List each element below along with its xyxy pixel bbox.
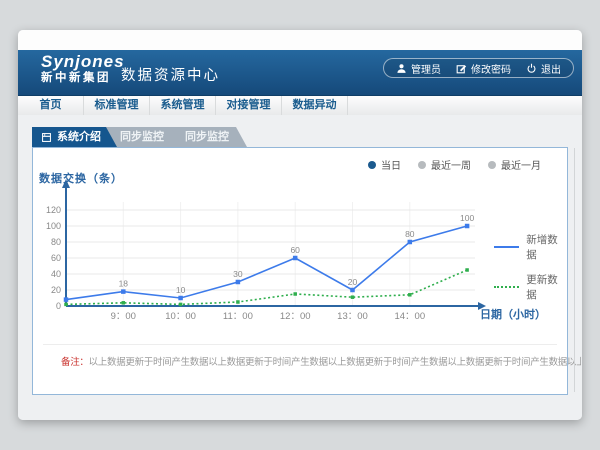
user-menu-item-0[interactable]: 管理员 (396, 61, 441, 76)
solid-line-swatch (494, 246, 519, 248)
tab-label: 系统介绍 (57, 127, 101, 147)
nav-item-4[interactable]: 数据异动 (282, 96, 348, 115)
nav-item-0[interactable]: 首页 (18, 96, 84, 115)
content-area: 系统介绍同步监控同步监控 当日最近一周最近一月 数据交换（条） 02040608… (18, 115, 582, 420)
user-menu-item-1[interactable]: 修改密码 (456, 61, 511, 76)
tab-0[interactable]: 系统介绍 (32, 127, 117, 147)
svg-text:60: 60 (290, 245, 300, 255)
chart-card: 当日最近一周最近一月 数据交换（条） 0204060801001209：0010… (32, 147, 568, 395)
tab-1[interactable]: 同步监控 (104, 127, 182, 147)
user-menu-label: 修改密码 (471, 61, 511, 76)
tab-2[interactable]: 同步监控 (169, 127, 247, 147)
footnote-text: 以上数据更新于时间产生数据以上数据更新于时间产生数据以上数据更新于时间产生数据以… (89, 357, 581, 368)
svg-text:10: 10 (176, 285, 186, 295)
desktop-background: Synjones 新中新集团 数据资源中心 管理员修改密码退出 首页标准管理系统… (0, 0, 600, 450)
brand-logo-cn: 新中新集团 (41, 72, 125, 85)
svg-text:18: 18 (119, 279, 129, 289)
tab-bar: 系统介绍 同步监控 同步监控 (32, 127, 582, 147)
time-filter-label: 最近一月 (501, 157, 541, 172)
svg-text:100: 100 (46, 221, 61, 231)
chart-legend: 新增数据更新数据 (494, 232, 567, 302)
card-divider (43, 344, 557, 345)
svg-text:10：00: 10：00 (165, 311, 196, 322)
legend-item-0: 新增数据 (494, 232, 567, 262)
svg-text:20: 20 (51, 285, 61, 295)
time-filter-option-2[interactable]: 最近一月 (488, 157, 541, 172)
radio-icon (418, 161, 426, 169)
radio-icon (368, 161, 376, 169)
svg-text:20: 20 (348, 277, 358, 287)
svg-text:12：00: 12：00 (280, 311, 311, 322)
user-icon (396, 63, 407, 74)
svg-text:9：00: 9：00 (111, 311, 136, 322)
svg-text:30: 30 (233, 269, 243, 279)
legend-item-1: 更新数据 (494, 272, 567, 302)
svg-text:0: 0 (56, 301, 61, 311)
svg-text:40: 40 (51, 269, 61, 279)
time-filter-label: 当日 (381, 157, 401, 172)
svg-text:14：00: 14：00 (394, 311, 425, 322)
svg-text:80: 80 (51, 237, 61, 247)
brand-logo-en: Synjones (41, 53, 125, 72)
time-filter-label: 最近一周 (431, 157, 471, 172)
user-menu-label: 退出 (541, 61, 561, 76)
scrollbar-track[interactable] (574, 148, 575, 392)
user-menu: 管理员 修改密码 退出 (383, 58, 574, 78)
time-filter-option-1[interactable]: 最近一周 (418, 157, 471, 172)
svg-text:100: 100 (460, 213, 474, 223)
app-header: Synjones 新中新集团 数据资源中心 管理员 修改密码 退出 (18, 50, 582, 96)
main-nav: 首页标准管理系统管理对接管理数据异动 (18, 96, 582, 116)
brand-logo: Synjones 新中新集团 (41, 53, 125, 84)
dotted-line-swatch (494, 286, 519, 288)
svg-text:120: 120 (46, 205, 61, 215)
time-range-filter: 当日 最近一周 最近一月 (368, 157, 541, 172)
legend-label: 新增数据 (526, 232, 567, 262)
user-menu-item-2[interactable]: 退出 (526, 61, 561, 76)
radio-icon (488, 161, 496, 169)
footnote-label: 备注： (61, 357, 89, 368)
time-filter-option-0[interactable]: 当日 (368, 157, 401, 172)
tab-label: 同步监控 (185, 131, 229, 143)
svg-text:11：00: 11：00 (223, 311, 253, 322)
window-top-strip (18, 30, 582, 50)
svg-text:13：00: 13：00 (337, 311, 368, 322)
edit-icon (456, 63, 467, 74)
nav-item-2[interactable]: 系统管理 (150, 96, 216, 115)
doc-icon (41, 132, 52, 143)
x-axis-title: 日期（小时） (480, 306, 546, 322)
nav-item-3[interactable]: 对接管理 (216, 96, 282, 115)
svg-text:80: 80 (405, 229, 415, 239)
app-window: Synjones 新中新集团 数据资源中心 管理员修改密码退出 首页标准管理系统… (18, 30, 582, 420)
logout-icon (526, 63, 537, 74)
svg-text:60: 60 (51, 253, 61, 263)
footnote: 备注：以上数据更新于时间产生数据以上数据更新于时间产生数据以上数据更新于时间产生… (61, 354, 581, 368)
page-title: 数据资源中心 (121, 64, 220, 85)
nav-item-1[interactable]: 标准管理 (84, 96, 150, 115)
tab-label: 同步监控 (120, 131, 164, 143)
legend-label: 更新数据 (526, 272, 567, 302)
user-menu-label: 管理员 (411, 61, 441, 76)
